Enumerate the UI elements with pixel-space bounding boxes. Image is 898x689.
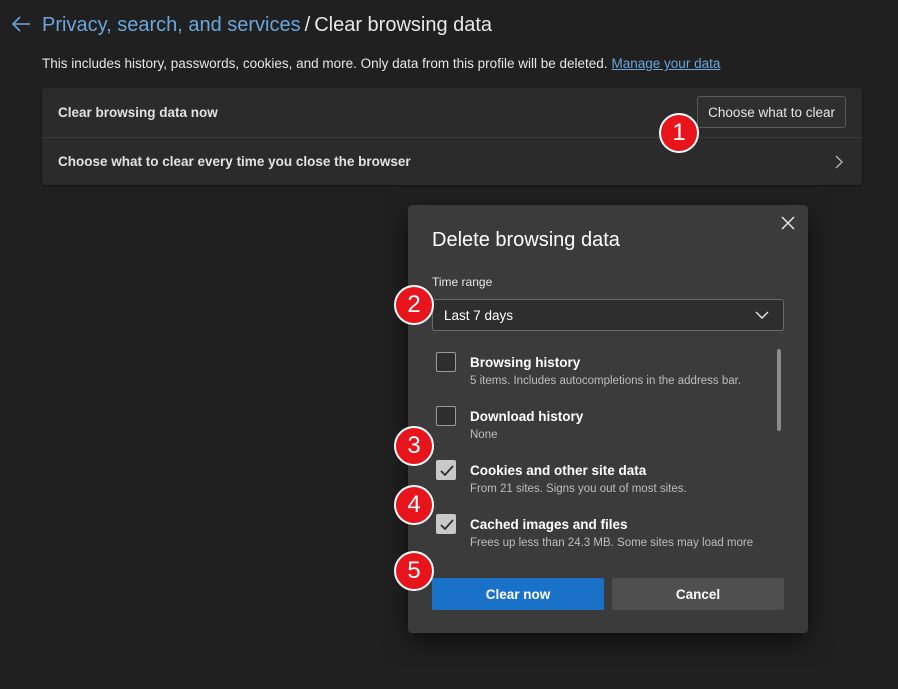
chevron-down-icon xyxy=(755,311,769,319)
item-subtitle: From 21 sites. Signs you out of most sit… xyxy=(470,483,687,495)
cookies-checkbox[interactable] xyxy=(436,460,456,480)
item-subtitle: 5 items. Includes autocompletions in the… xyxy=(470,375,742,387)
item-title: Cookies and other site data xyxy=(470,463,647,478)
breadcrumb: Privacy, search, and services / Clear brow… xyxy=(42,13,492,37)
item-title: Download history xyxy=(470,409,584,424)
list-item-download-history: Download history None xyxy=(436,403,766,453)
browsing-history-checkbox[interactable] xyxy=(436,352,456,372)
clear-now-row: Clear browsing data now Choose what to c… xyxy=(42,88,862,136)
list-item-browsing-history: Browsing history 5 items. Includes autoc… xyxy=(436,349,766,399)
item-subtitle: None xyxy=(470,429,498,441)
breadcrumb-separator: / xyxy=(304,14,311,36)
close-icon[interactable] xyxy=(780,215,796,231)
page-description: This includes history, passwords, cookie… xyxy=(42,56,720,71)
download-history-checkbox[interactable] xyxy=(436,406,456,426)
clear-on-close-row[interactable]: Choose what to clear every time you clos… xyxy=(42,137,862,185)
clear-now-button[interactable]: Clear now xyxy=(432,578,604,610)
annotation-badge-2: 2 xyxy=(394,285,434,325)
annotation-badge-1: 1 xyxy=(659,113,699,153)
annotation-badge-4: 4 xyxy=(394,485,434,525)
page-title: Clear browsing data xyxy=(314,14,493,36)
chevron-right-icon xyxy=(835,155,843,169)
manage-your-data-link[interactable]: Manage your data xyxy=(612,56,721,71)
list-scrollbar[interactable] xyxy=(777,349,781,431)
annotation-badge-5: 5 xyxy=(394,551,434,591)
item-title: Browsing history xyxy=(470,355,581,370)
delete-browsing-data-dialog: Delete browsing data Time range Last 7 d… xyxy=(408,205,808,633)
cancel-button[interactable]: Cancel xyxy=(612,578,784,610)
time-range-label: Time range xyxy=(432,275,493,289)
list-item-cookies: Cookies and other site data From 21 site… xyxy=(436,457,766,507)
item-title: Cached images and files xyxy=(470,517,628,532)
back-arrow-icon[interactable] xyxy=(10,14,32,34)
clear-data-card: Clear browsing data now Choose what to c… xyxy=(42,88,862,185)
time-range-value: Last 7 days xyxy=(444,307,514,323)
time-range-select[interactable]: Last 7 days xyxy=(432,299,784,331)
checkmark-icon xyxy=(440,519,454,531)
cached-images-checkbox[interactable] xyxy=(436,514,456,534)
annotation-badge-3: 3 xyxy=(394,426,434,466)
description-text: This includes history, passwords, cookie… xyxy=(42,56,608,71)
dialog-title: Delete browsing data xyxy=(432,229,620,251)
item-subtitle: Frees up less than 24.3 MB. Some sites m… xyxy=(470,537,754,549)
clear-now-label: Clear browsing data now xyxy=(58,104,218,120)
choose-what-to-clear-button[interactable]: Choose what to clear xyxy=(697,96,846,128)
data-type-list: Browsing history 5 items. Includes autoc… xyxy=(432,345,784,551)
list-item-cached-images: Cached images and files Frees up less th… xyxy=(436,511,766,551)
clear-on-close-label: Choose what to clear every time you clos… xyxy=(58,154,411,169)
checkmark-icon xyxy=(440,465,454,477)
breadcrumb-parent-link[interactable]: Privacy, search, and services xyxy=(42,14,301,36)
